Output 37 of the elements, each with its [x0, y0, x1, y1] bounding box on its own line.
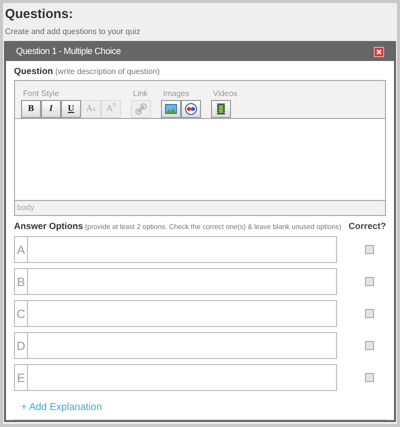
link-icon [135, 102, 147, 114]
format-button[interactable]: B [21, 100, 41, 118]
option-letter: B [15, 269, 28, 294]
correct-checkbox[interactable] [365, 373, 374, 382]
close-icon[interactable] [374, 46, 384, 57]
format-button[interactable]: U [61, 100, 81, 118]
panel-title: Question 1 - Multiple Choice [16, 45, 121, 58]
gallery-button[interactable] [181, 100, 201, 118]
video-button[interactable] [211, 100, 231, 118]
toolbar-group-label: Videos [213, 88, 238, 98]
film-icon [215, 102, 227, 114]
answer-field[interactable]: B [14, 268, 337, 295]
image-button[interactable] [161, 100, 181, 118]
add-explanation-link[interactable]: + Add Explanation [21, 400, 102, 415]
correct-checkbox[interactable] [365, 245, 374, 254]
answer-field[interactable]: A [14, 236, 337, 263]
answer-field[interactable]: C [14, 300, 337, 327]
answer-field[interactable]: D [14, 332, 337, 359]
page-title: Questions: [5, 5, 74, 23]
format-button[interactable]: I [41, 100, 61, 118]
toolbar-group-label: Link [133, 88, 149, 98]
question-label: Question (write description of question) [14, 64, 161, 78]
toolbar-group-label: Images [163, 88, 190, 98]
option-letter: E [15, 365, 28, 390]
editor-footer: body [15, 200, 385, 214]
option-letter: A [15, 237, 28, 262]
option-letter: C [15, 301, 28, 326]
gallery-icon [185, 102, 197, 114]
toolbar-group-label: Font Style [23, 88, 60, 98]
page-subtitle: Create and add questions to your quiz [5, 26, 142, 38]
correct-checkbox[interactable] [365, 277, 374, 286]
answer-field[interactable]: E [14, 364, 337, 391]
correct-header: Correct? [348, 220, 386, 232]
option-letter: D [15, 333, 28, 358]
correct-checkbox[interactable] [365, 309, 374, 318]
correct-checkbox[interactable] [365, 341, 374, 350]
image-icon [165, 102, 177, 114]
